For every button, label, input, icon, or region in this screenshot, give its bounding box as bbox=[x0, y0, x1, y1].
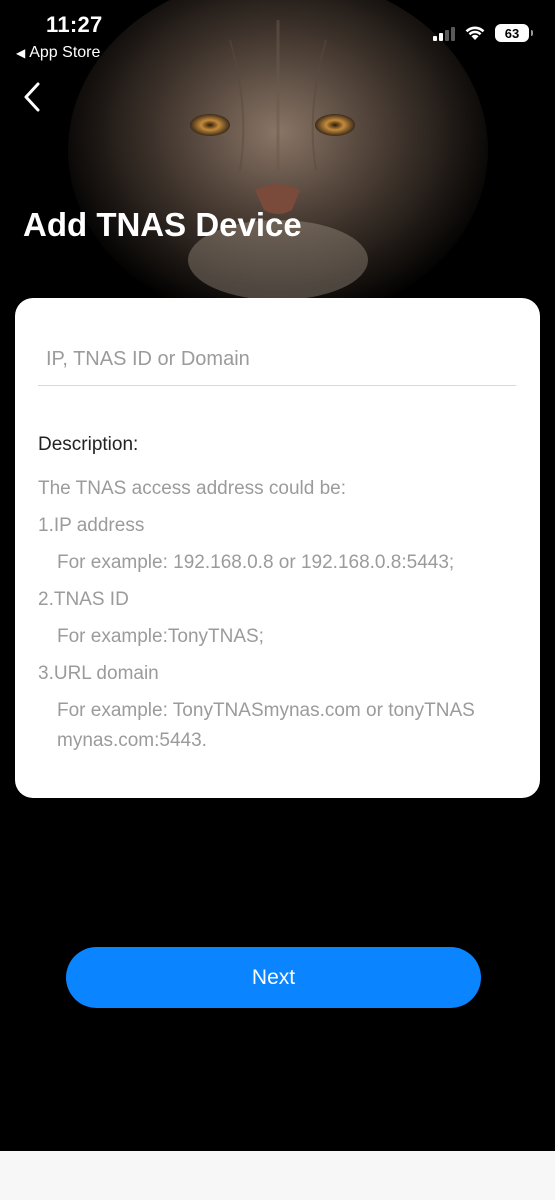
chevron-left-icon[interactable] bbox=[20, 80, 50, 114]
status-time: 11:27 bbox=[46, 12, 103, 37]
description-title: Description: bbox=[38, 434, 139, 455]
status-icons: 63 bbox=[433, 24, 533, 42]
wifi-icon bbox=[465, 26, 485, 40]
description-item-label: 3.URL domain bbox=[38, 663, 159, 684]
triangle-left-icon: ◀ bbox=[16, 46, 26, 60]
description-item-example: For example: TonyTNASmynas.com or tonyTN… bbox=[57, 700, 475, 751]
battery-icon: 63 bbox=[495, 24, 533, 42]
page-title: Add TNAS Device bbox=[23, 206, 302, 243]
description-section: Description: The TNAS access address cou… bbox=[38, 434, 528, 756]
description-item-label: 2.TNAS ID bbox=[38, 589, 129, 610]
description-item-label: 1.IP address bbox=[38, 515, 145, 536]
back-to-app-store-link[interactable]: ◀ App Store bbox=[16, 44, 100, 62]
home-indicator-area bbox=[0, 1151, 555, 1200]
address-input[interactable] bbox=[38, 334, 516, 386]
next-button[interactable]: Next bbox=[66, 947, 481, 1008]
description-item-example: For example: 192.168.0.8 or 192.168.0.8:… bbox=[57, 552, 455, 573]
add-device-card: Description: The TNAS access address cou… bbox=[15, 298, 540, 798]
description-intro: The TNAS access address could be: bbox=[38, 478, 347, 499]
status-bar: 11:27 ◀ App Store 63 bbox=[0, 0, 555, 70]
description-item-example: For example:TonyTNAS; bbox=[57, 626, 264, 647]
back-to-app-label: App Store bbox=[29, 44, 101, 61]
cellular-signal-icon bbox=[433, 25, 455, 41]
